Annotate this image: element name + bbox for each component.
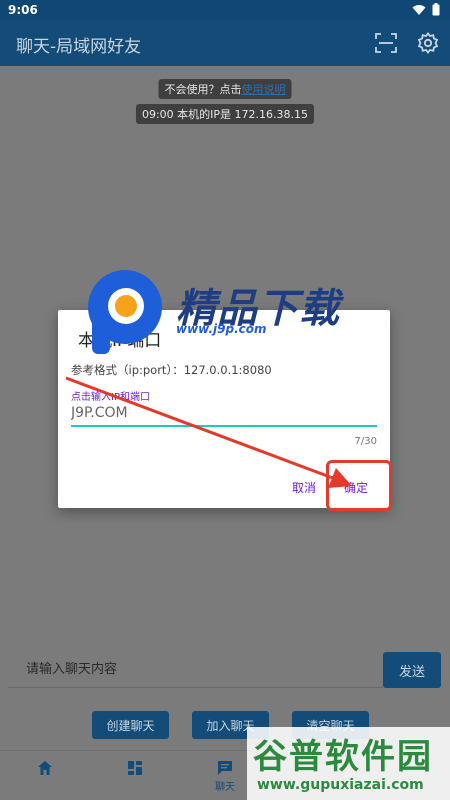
status-bar: 9:06 <box>0 0 450 20</box>
app-bar: 聊天-局域网好友 <box>0 20 450 66</box>
wifi-icon <box>412 4 426 15</box>
home-icon <box>38 761 52 775</box>
scan-button[interactable] <box>374 31 398 55</box>
composer: 发送 <box>8 652 441 688</box>
create-chat-button[interactable]: 创建聊天 <box>92 711 169 739</box>
site-watermark: 谷普软件园 www.gupuxiazai.com <box>247 727 450 800</box>
confirm-highlight-box <box>326 460 392 511</box>
help-banner: 不会使用？点击使用说明 <box>158 79 292 99</box>
char-counter: 7/30 <box>354 436 377 447</box>
format-hint: 参考格式（ip:port）：127.0.0.1:8080 <box>71 363 272 377</box>
help-link[interactable]: 使用说明 <box>242 83 286 96</box>
ip-port-input[interactable] <box>71 401 377 427</box>
send-button[interactable]: 发送 <box>383 652 441 688</box>
gear-icon <box>417 32 439 54</box>
scan-icon <box>375 33 397 53</box>
j9p-logo: 精品下载 www.j9p.com <box>88 268 339 358</box>
logo-url: www.j9p.com <box>176 322 267 336</box>
dashboard-icon <box>128 761 142 775</box>
nav-dashboard[interactable] <box>115 759 155 799</box>
nav-home[interactable] <box>25 759 65 799</box>
status-time: 9:06 <box>8 3 38 17</box>
watermark-url: www.gupuxiazai.com <box>257 777 424 793</box>
app-actions <box>374 31 440 55</box>
ip-banner: 09:00 本机的IP是 172.16.38.15 <box>135 104 315 124</box>
chat-input[interactable] <box>8 652 383 688</box>
help-text: 不会使用？点击 <box>164 83 242 96</box>
watermark-title: 谷普软件园 <box>253 737 433 777</box>
cancel-button[interactable]: 取消 <box>292 479 316 496</box>
nav-chat[interactable]: 聊天 <box>205 759 245 799</box>
battery-icon <box>432 3 440 16</box>
settings-button[interactable] <box>416 31 440 55</box>
logo-mark-dot <box>115 295 137 317</box>
app-title: 聊天-局域网好友 <box>16 37 142 57</box>
status-icons <box>412 3 440 16</box>
nav-chat-label: 聊天 <box>215 782 235 793</box>
chat-icon <box>218 761 232 775</box>
